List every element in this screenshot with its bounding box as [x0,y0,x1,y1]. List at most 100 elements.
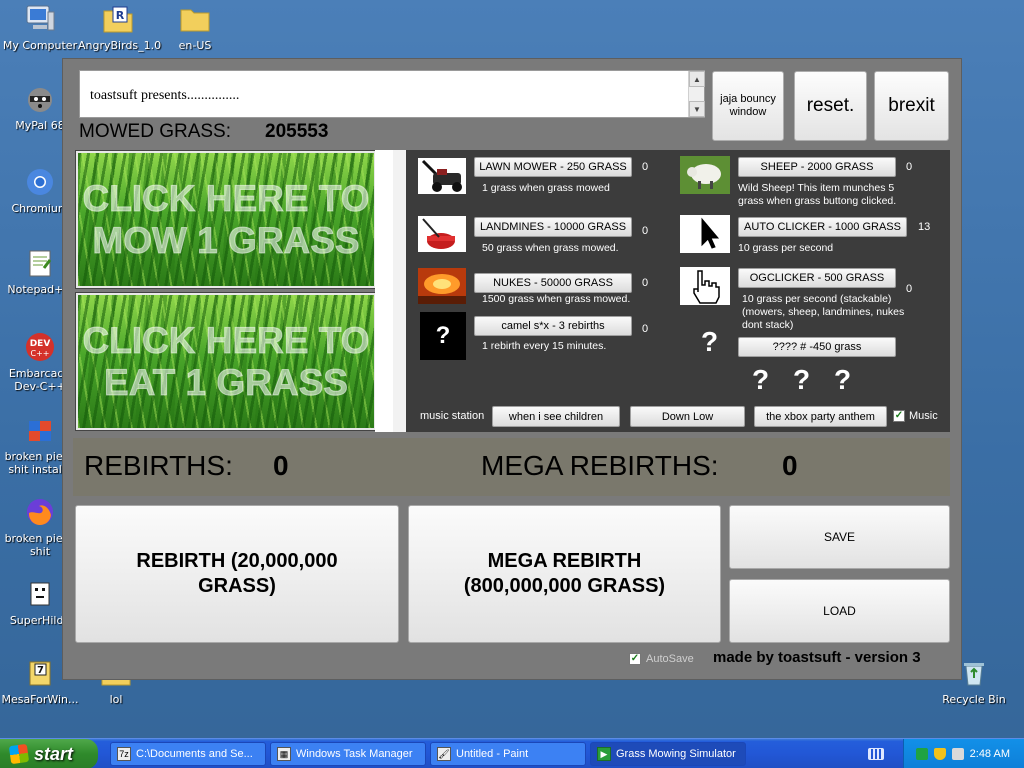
shield-icon[interactable] [933,748,946,760]
taskbar-item-grass-mowing-simulator[interactable]: ▶ Grass Mowing Simulator [590,742,746,766]
landmine-icon [418,216,466,252]
svg-text:7: 7 [37,665,44,676]
devcpp-icon: DEV C++ [23,330,57,364]
autosave-checkbox[interactable]: ✓ AutoSave [629,653,694,665]
question-icon: ? [420,312,466,360]
rebirths-value: 0 [273,450,289,481]
save-button[interactable]: SAVE [729,505,950,569]
intro-textbox[interactable]: toastsuft presents............... ▲ ▼ [79,70,705,118]
nukes-count: 0 [642,277,649,289]
reset-button[interactable]: reset. [794,71,867,141]
archive-icon: 7 [23,656,57,690]
lawnmower-icon [418,158,466,194]
scroll-up-icon[interactable]: ▲ [689,71,705,87]
nukes-desc: 1500 grass when grass mowed. [482,293,631,305]
taskbar-item-paint[interactable]: 🖌 Untitled - Paint [430,742,586,766]
svg-text:R: R [116,9,125,22]
clock[interactable]: 2:48 AM [970,748,1010,760]
landmines-count: 0 [642,225,649,237]
intro-text: toastsuft presents............... [90,88,240,103]
camel-count: 0 [642,323,649,335]
keyboard-icon[interactable] [868,748,884,760]
buy-autoclicker-button[interactable]: AUTO CLICKER - 1000 GRASS [738,217,907,237]
rebirth-stats-bar: REBIRTHS: 0 MEGA REBIRTHS: 0 [73,438,950,496]
textbox-scrollbar[interactable]: ▲ ▼ [688,71,705,117]
grass-mowing-simulator-window: toastsuft presents............... ▲ ▼ ja… [62,58,962,680]
installer-icon [23,413,57,447]
buy-nukes-button[interactable]: NUKES - 50000 GRASS [474,273,632,293]
mega-rebirth-button[interactable]: MEGA REBIRTH (800,000,000 GRASS) [408,505,721,643]
autoclicker-desc: 10 grass per second [738,242,834,254]
brexit-button[interactable]: brexit [874,71,949,141]
desktop-icon-angrybirds[interactable]: R AngryBirds_1.0 [78,2,161,52]
folder-icon [178,2,212,36]
notepad-icon [23,246,57,280]
rebirth-button[interactable]: REBIRTH (20,000,000 GRASS) [75,505,399,643]
music-checkbox[interactable]: ✓ Music [893,410,938,422]
ogclicker-count: 0 [906,283,913,295]
mowed-grass-label: MOWED GRASS: [79,121,232,142]
raccoon-icon [23,82,57,116]
checkmark-icon[interactable]: ✓ [893,410,905,422]
sheep-count: 0 [906,161,913,173]
buy-lawnmower-button[interactable]: LAWN MOWER - 250 GRASS [474,157,632,177]
mystery-question-icon: ? [752,364,770,395]
mowed-grass-value: 205553 [265,121,329,142]
bouncy-window-button[interactable]: jaja bouncy window [712,71,784,141]
lawnmower-count: 0 [642,161,649,173]
start-button[interactable]: start [0,739,98,768]
checkmark-icon[interactable]: ✓ [629,653,641,665]
autoclicker-count: 13 [918,221,931,233]
mow-grass-button[interactable]: CLICK HERE TO MOW 1 GRASS [75,150,377,289]
paint-icon: 🖌 [437,747,451,761]
system-tray: 2:48 AM [903,739,1024,768]
computer-icon [23,2,57,36]
play-icon: ▶ [597,747,611,761]
camel-desc: 1 rebirth every 15 minutes. [482,340,607,352]
hand-pointer-icon [680,267,730,305]
buy-landmines-button[interactable]: LANDMINES - 10000 GRASS [474,217,632,237]
desktop-icon-en-us[interactable]: en-US [155,2,235,52]
taskbar: start 7z C:\Documents and Se... ▦ Window… [0,738,1024,768]
scrollbar-track[interactable] [393,150,406,432]
windows-logo-icon [8,743,30,765]
left-panel-scroll [375,150,406,432]
landmines-desc: 50 grass when grass mowed. [482,242,619,254]
buy-mystery-button[interactable]: ???? # -450 grass [738,337,896,357]
song-button-down-low[interactable]: Down Low [630,406,745,427]
7zip-icon: 7z [117,747,131,761]
folder-icon: R [101,2,135,36]
music-station-label: music station [420,410,485,422]
task-manager-icon: ▦ [277,747,291,761]
svg-text:DEV: DEV [30,339,51,349]
recycle-bin-icon [957,656,991,690]
desktop-icon-my-computer[interactable]: My Computer [0,2,80,52]
ogclicker-desc: 10 grass per second (stackable) (mowers, … [742,293,905,331]
buy-ogclicker-button[interactable]: OGCLICKER - 500 GRASS [738,268,896,288]
mystery-question-icon: ? [793,364,811,395]
credit-text: made by toastsuft - version 3 [713,649,921,666]
mystery-question-icon: ? [834,364,852,395]
svg-text:C++: C++ [31,349,50,358]
explosion-icon [418,268,466,304]
firefox-icon [23,495,57,529]
buy-camel-button[interactable]: camel s*x - 3 rebirths [474,316,632,336]
eat-grass-button[interactable]: CLICK HERE TO EAT 1 GRASS [75,292,377,431]
scroll-down-icon[interactable]: ▼ [689,101,705,117]
mega-rebirths-value: 0 [782,450,798,481]
connection-icon[interactable] [951,748,964,760]
pixel-character-icon [23,577,57,611]
taskbar-item-task-manager[interactable]: ▦ Windows Task Manager [270,742,426,766]
song-button-xbox-party-anthem[interactable]: the xbox party anthem [754,406,887,427]
load-button[interactable]: LOAD [729,579,950,643]
network-icon[interactable] [915,748,928,760]
buy-sheep-button[interactable]: SHEEP - 2000 GRASS [738,157,896,177]
mystery-question-icon: ? [701,326,719,357]
mega-rebirths-label: MEGA REBIRTHS: [481,450,719,481]
taskbar-item-documents[interactable]: 7z C:\Documents and Se... [110,742,266,766]
rebirths-label: REBIRTHS: [84,450,233,481]
sheep-icon [680,156,730,194]
lawnmower-desc: 1 grass when grass mowed [482,182,610,194]
shop-panel: LAWN MOWER - 250 GRASS 0 1 grass when gr… [406,150,950,432]
song-button-when-i-see-children[interactable]: when i see children [492,406,620,427]
